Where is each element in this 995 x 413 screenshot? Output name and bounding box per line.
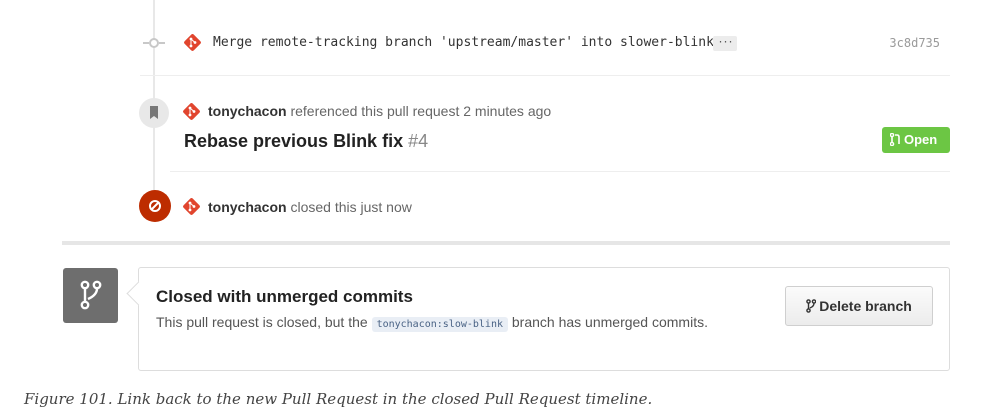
commit-sha[interactable]: 3c8d735	[889, 36, 940, 50]
delete-branch-label: Delete branch	[819, 298, 912, 314]
closed-icon	[139, 190, 171, 222]
open-status-badge: Open	[882, 127, 950, 153]
commit-message[interactable]: Merge remote-tracking branch 'upstream/m…	[213, 35, 714, 50]
branch-icon	[63, 268, 118, 323]
bookmark-icon	[139, 98, 169, 128]
commit-row: Merge remote-tracking branch 'upstream/m…	[140, 18, 950, 76]
closed-event: tonychacon closed this just now	[208, 199, 412, 215]
pr-number[interactable]: #4	[408, 131, 428, 151]
pull-request-icon	[889, 132, 900, 147]
git-logo-icon	[182, 197, 201, 216]
figure-caption: Figure 101. Link back to the new Pull Re…	[24, 390, 653, 408]
merge-status-description: This pull request is closed, but the ton…	[156, 314, 708, 332]
branch-icon	[806, 299, 817, 313]
user-link[interactable]: tonychacon	[208, 103, 287, 119]
open-status-label: Open	[904, 132, 938, 147]
reference-event: tonychacon referenced this pull request …	[208, 103, 551, 119]
delete-branch-button[interactable]: Delete branch	[785, 286, 933, 326]
merge-status-title: Closed with unmerged commits	[156, 287, 413, 306]
commit-icon	[143, 38, 165, 48]
git-logo-icon	[183, 33, 202, 52]
timeline-end-divider	[62, 241, 950, 245]
git-logo-icon	[182, 102, 201, 121]
pr-title[interactable]: Rebase previous Blink fix	[184, 131, 403, 151]
user-link[interactable]: tonychacon	[208, 199, 287, 215]
pr-link[interactable]: Rebase previous Blink fix #4	[184, 131, 428, 152]
divider	[170, 171, 950, 172]
expand-commit-button[interactable]: ···	[713, 36, 737, 51]
closed-text: closed this just now	[286, 199, 412, 215]
branch-name: tonychacon:slow-blink	[371, 317, 508, 332]
merge-status-box: Closed with unmerged commits This pull r…	[138, 267, 950, 371]
reference-text: referenced this pull request 2 minutes a…	[286, 103, 552, 119]
